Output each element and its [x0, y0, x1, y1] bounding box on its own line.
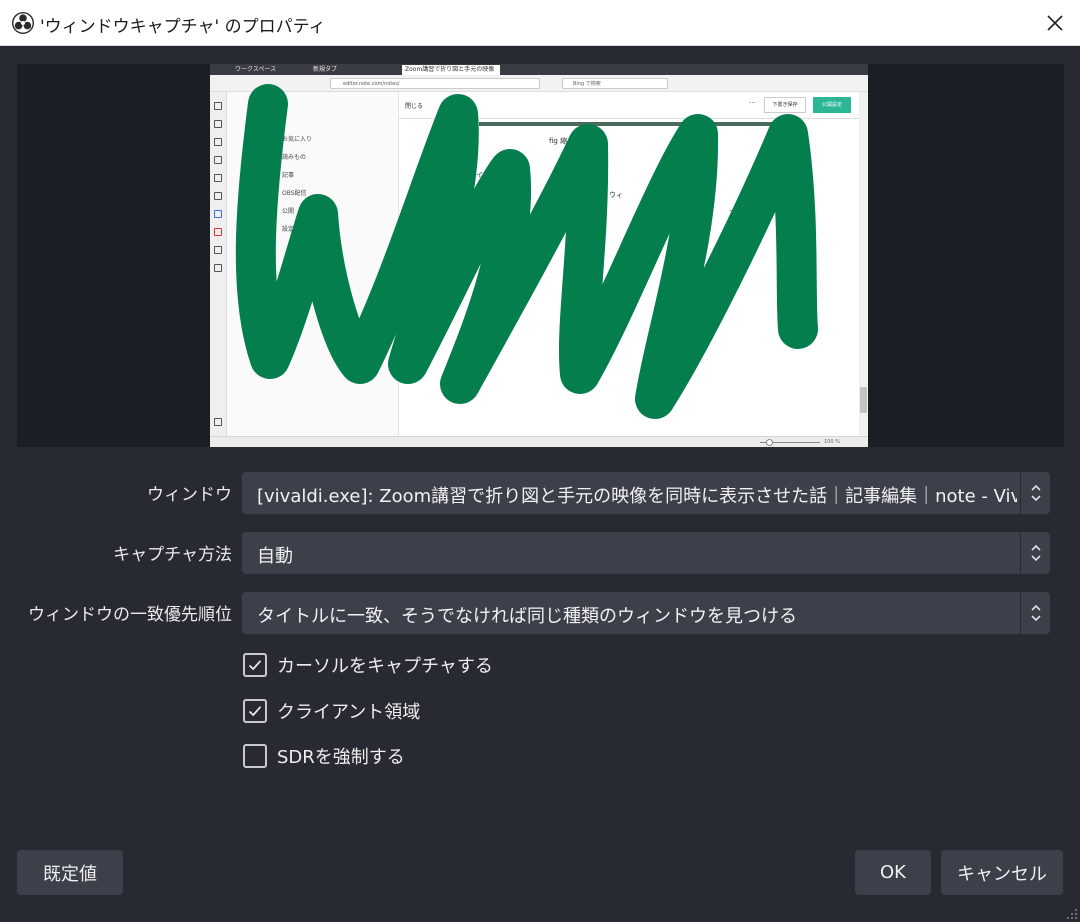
match-priority-label: ウィンドウの一致優先順位	[28, 605, 232, 625]
window-select-value: [vivaldi.exe]: Zoom講習で折り図と手元の映像を同時に表示させた…	[257, 486, 1017, 507]
checkmark-icon	[248, 660, 262, 671]
title-bar: 'ウィンドウキャプチャ' のプロパティ	[0, 0, 1080, 46]
green-scribble-drawing	[235, 84, 818, 419]
capture-method-label: キャプチャ方法	[113, 545, 232, 565]
obs-logo-icon	[12, 12, 34, 34]
window-select[interactable]: [vivaldi.exe]: Zoom講習で折り図と手元の映像を同時に表示させた…	[242, 472, 1050, 514]
match-priority-select[interactable]: タイトルに一致、そうでなければ同じ種類のウィンドウを見つける	[242, 592, 1050, 634]
match-priority-value: タイトルに一致、そうでなければ同じ種類のウィンドウを見つける	[257, 606, 797, 627]
capture-preview: ワークスペース 新規タブ Zoom講習で折り図と手元の映像 editor.not…	[17, 64, 1064, 447]
properties-dialog: ワークスペース 新規タブ Zoom講習で折り図と手元の映像 editor.not…	[0, 46, 1080, 922]
up-down-arrows-icon	[1020, 592, 1050, 634]
client-area-checkbox[interactable]: クライアント領域	[243, 698, 420, 724]
close-button[interactable]	[1038, 6, 1072, 40]
capture-method-select[interactable]: 自動	[242, 532, 1050, 574]
checkbox-label: カーソルをキャプチャする	[277, 656, 493, 677]
capture-method-value: 自動	[257, 546, 293, 567]
checkmark-icon	[248, 706, 262, 717]
resize-grip-icon[interactable]	[1064, 906, 1078, 920]
window-label: ウィンドウ	[147, 485, 232, 505]
checkbox-box	[243, 744, 267, 768]
up-down-arrows-icon	[1020, 532, 1050, 574]
checkbox-label: SDRを強制する	[277, 747, 405, 768]
captured-window-image: ワークスペース 新規タブ Zoom講習で折り図と手元の映像 editor.not…	[210, 64, 868, 447]
checkbox-box	[243, 699, 267, 723]
capture-cursor-checkbox[interactable]: カーソルをキャプチャする	[243, 652, 493, 678]
defaults-button[interactable]: 既定値	[17, 850, 123, 895]
checkbox-box	[243, 653, 267, 677]
ok-button[interactable]: OK	[855, 850, 931, 895]
close-icon	[1047, 15, 1063, 31]
cancel-button[interactable]: キャンセル	[941, 850, 1063, 895]
force-sdr-checkbox[interactable]: SDRを強制する	[243, 743, 405, 769]
up-down-arrows-icon	[1020, 472, 1050, 514]
window-title: 'ウィンドウキャプチャ' のプロパティ	[40, 17, 326, 37]
checkbox-label: クライアント領域	[277, 702, 421, 723]
